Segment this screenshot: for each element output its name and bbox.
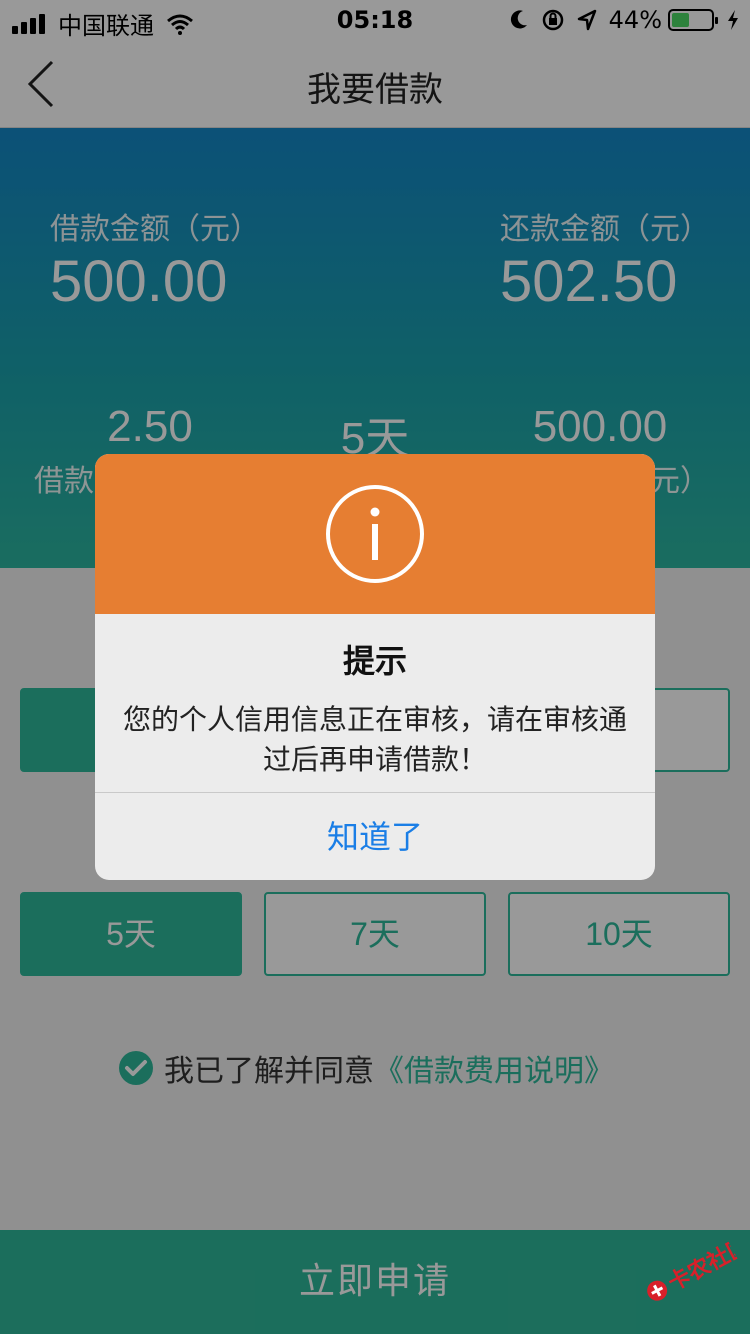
- dialog-header: [95, 454, 655, 614]
- info-icon: [326, 485, 424, 583]
- dialog-ok-button[interactable]: 知道了: [95, 792, 655, 880]
- dialog-title: 提示: [342, 642, 407, 680]
- dialog-message: 您的个人信用信息正在审核，请在审核通过后再申请借款！: [122, 703, 627, 776]
- alert-dialog: 提示 您的个人信用信息正在审核，请在审核通过后再申请借款！ 知道了: [95, 454, 655, 880]
